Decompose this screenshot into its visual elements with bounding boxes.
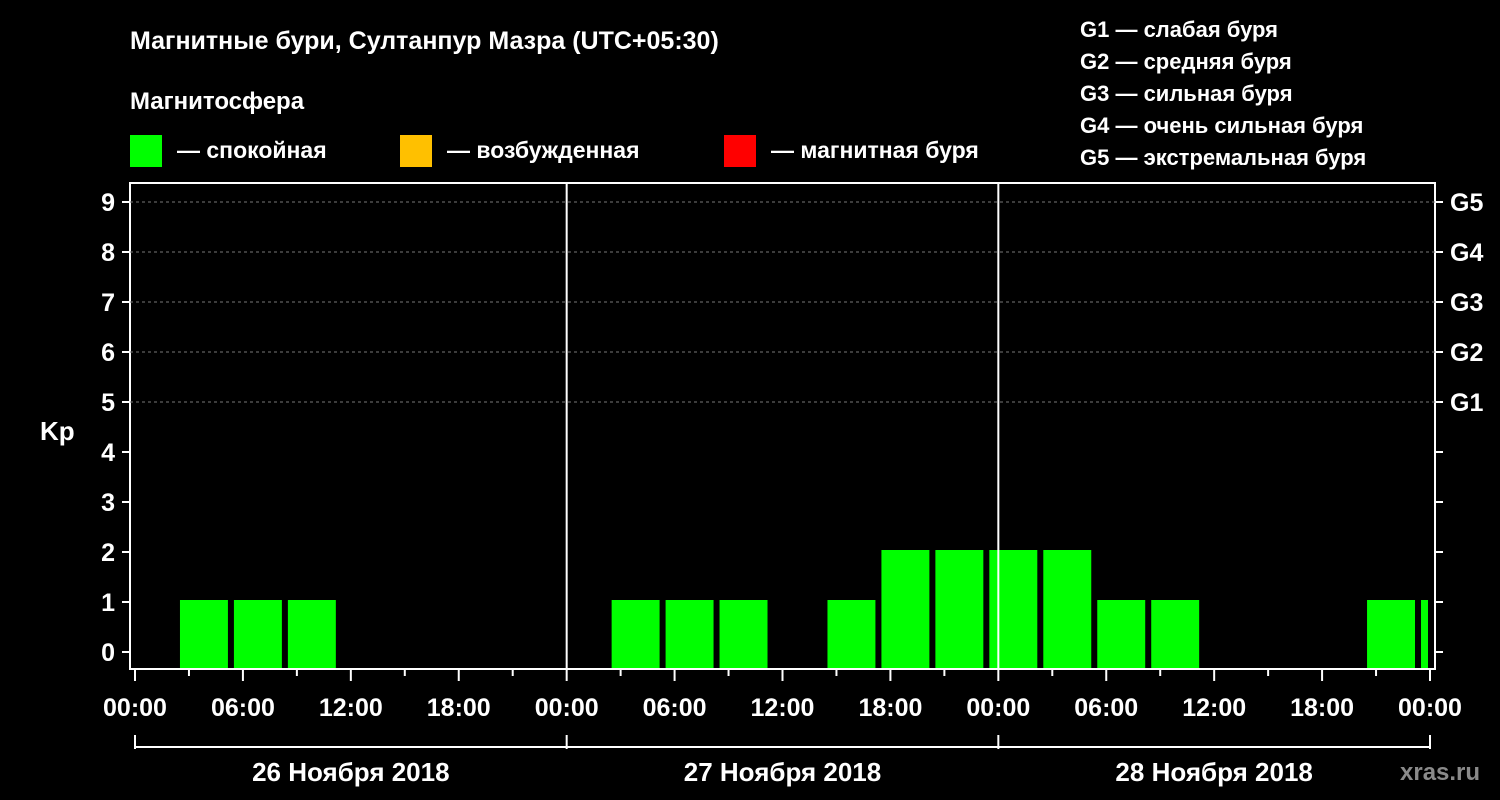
kp-bar: [989, 550, 1038, 668]
day-labels: 26 Ноября 2018 27 Ноября 2018 28 Ноября 20…: [134, 735, 1431, 787]
kp-bar: [1151, 600, 1200, 668]
y-axis-label: Kp: [40, 416, 75, 446]
x-tick-label: 00:00: [535, 694, 599, 722]
g-legend-item: G1 — слабая буря: [1080, 17, 1278, 42]
kp-bar: [1367, 600, 1416, 668]
g-legend-item: G5 — экстремальная буря: [1080, 145, 1366, 170]
day-label: 26 Ноября 2018: [252, 757, 449, 787]
x-tick-label: 00:00: [103, 694, 167, 722]
y-tick-label: 2: [101, 539, 115, 567]
x-tick-label: 06:00: [643, 694, 707, 722]
y-tick-label: 5: [101, 389, 115, 417]
kp-chart: Магнитные бури, Султанпур Мазра (UTC+05:…: [40, 17, 1483, 787]
g-tick-label: G4: [1450, 239, 1483, 267]
chart-title: Магнитные бури, Султанпур Мазра (UTC+05:…: [130, 27, 719, 55]
x-tick-label: 06:00: [211, 694, 275, 722]
kp-bar: [719, 600, 768, 668]
g-tick-label: G3: [1450, 289, 1483, 317]
day-dividers: [565, 183, 1000, 669]
kp-bar: [665, 600, 714, 668]
kp-bar: [1421, 600, 1428, 668]
chart-subtitle: Магнитосфера: [130, 88, 305, 115]
y-tick-label: 7: [101, 289, 115, 317]
g-tick-label: G1: [1450, 389, 1483, 417]
x-tick-label: 18:00: [427, 694, 491, 722]
watermark: xras.ru: [1400, 759, 1480, 786]
bars: [179, 550, 1428, 668]
legend-label-storm: — магнитная буря: [771, 137, 979, 163]
g-tick-label: G5: [1450, 189, 1483, 217]
day-label: 28 Ноября 2018: [1115, 757, 1312, 787]
y-tick-label: 4: [101, 439, 115, 467]
x-tick-label: 06:00: [1074, 694, 1138, 722]
x-tick-label: 18:00: [1290, 694, 1354, 722]
g-legend-item: G4 — очень сильная буря: [1080, 113, 1363, 138]
legend-label-quiet: — спокойная: [177, 137, 327, 163]
legend-swatch-active: [400, 135, 432, 167]
day-label: 27 Ноября 2018: [684, 757, 881, 787]
plot-frame: [129, 182, 1436, 670]
g-tick-label: G2: [1450, 339, 1483, 367]
y-tick-label: 8: [101, 239, 115, 267]
x-tick-label: 00:00: [966, 694, 1030, 722]
legend-swatch-storm: [724, 135, 756, 167]
g-axis: G1 G2 G3 G4 G5: [1435, 189, 1483, 653]
kp-bar: [1043, 550, 1092, 668]
x-tick-label: 18:00: [858, 694, 922, 722]
kp-bar: [179, 600, 228, 668]
x-tick-label: 00:00: [1398, 694, 1462, 722]
kp-bar: [1097, 600, 1146, 668]
color-legend: — спокойная — возбужденная — магнитная б…: [130, 135, 979, 167]
x-tick-label: 12:00: [1182, 694, 1246, 722]
kp-bar: [287, 600, 336, 668]
x-axis: 00:00 06:00 12:00 18:00 00:00 06:00 12:00 18:00…: [103, 669, 1462, 722]
g-scale-legend: G1 — слабая буря G2 — средняя буря G3 — …: [1080, 17, 1366, 170]
legend-label-active: — возбужденная: [447, 137, 640, 163]
kp-bar: [827, 600, 876, 668]
g-legend-item: G2 — средняя буря: [1080, 49, 1292, 74]
x-tick-label: 12:00: [751, 694, 815, 722]
kp-bar: [611, 600, 660, 668]
g-legend-item: G3 — сильная буря: [1080, 81, 1293, 106]
kp-bar: [881, 550, 930, 668]
legend-swatch-quiet: [130, 135, 162, 167]
gridlines: [130, 201, 1435, 403]
y-tick-label: 0: [101, 639, 115, 667]
x-tick-label: 12:00: [319, 694, 383, 722]
kp-bar: [233, 600, 282, 668]
y-tick-label: 3: [101, 489, 115, 517]
y-tick-label: 9: [101, 189, 115, 217]
kp-bar: [935, 550, 984, 668]
y-tick-label: 1: [101, 589, 115, 617]
y-axis: 0 1 2 3 4 5 6 7 8 9: [101, 189, 130, 667]
y-tick-label: 6: [101, 339, 115, 367]
